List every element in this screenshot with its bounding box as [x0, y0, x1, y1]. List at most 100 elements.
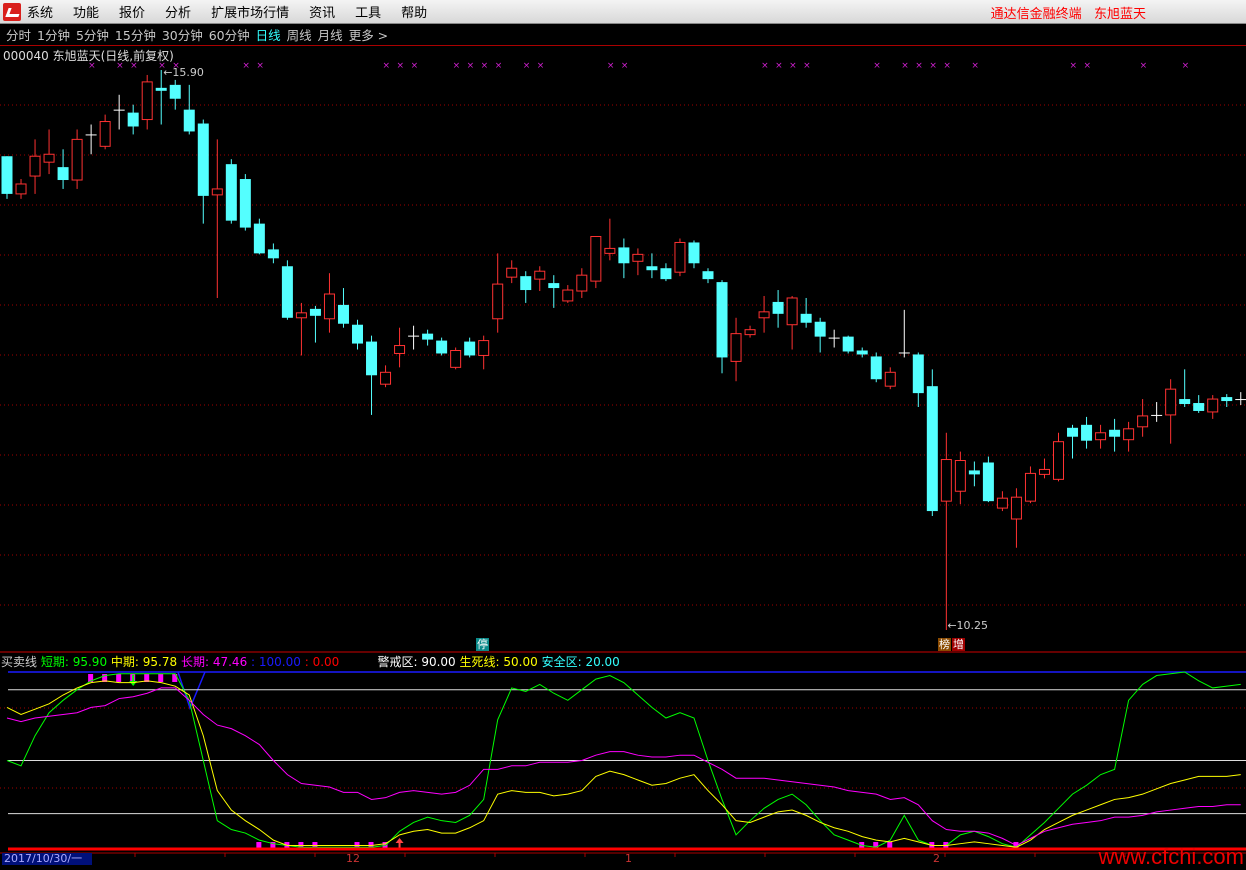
candle-body-flat	[408, 335, 420, 337]
candle-body-down	[1067, 427, 1079, 437]
cross-mark: ×	[901, 61, 909, 71]
kline-chart[interactable]: × × × × × × × × × × × × × × × × × × × × × × × × × × × × × × × ×←15.90←1…	[0, 0, 1246, 865]
candle-body-down	[366, 341, 378, 376]
axis-month-label: 2	[933, 852, 940, 865]
candle-body-flat	[1235, 399, 1246, 401]
candle-body-up	[576, 274, 588, 292]
candle-body-down	[702, 271, 714, 280]
candle-body-down	[870, 356, 882, 380]
list-tag[interactable]: 榜	[938, 638, 951, 651]
candle-body-up	[758, 311, 770, 319]
candle-body-down	[814, 321, 826, 337]
candle-body-down	[127, 112, 139, 127]
mid-label: 中期:	[110, 655, 139, 669]
candle-body-down	[225, 164, 237, 221]
candle-body-down	[183, 109, 195, 132]
candle-body-down	[660, 268, 672, 280]
level-0-value: : 0.00	[304, 655, 340, 669]
cross-mark: ×	[803, 61, 811, 71]
long-value: 47.46	[212, 655, 248, 669]
cross-mark: ×	[397, 61, 405, 71]
candle-body-up	[1137, 415, 1149, 428]
level-100-value: : 100.00	[251, 655, 301, 669]
candle-body-up	[1010, 496, 1022, 520]
cross-mark: ×	[915, 61, 923, 71]
candle-body-up	[534, 270, 546, 280]
candle-body-down	[1, 156, 13, 194]
cross-mark: ×	[761, 61, 769, 71]
date-cursor-label: 2017/10/30/一	[2, 853, 92, 865]
candle-body-up	[954, 460, 966, 492]
cross-mark: ×	[607, 61, 615, 71]
cross-mark: ×	[411, 61, 419, 71]
candle-body-up	[744, 329, 756, 336]
long-label: 长期:	[180, 655, 210, 669]
cross-mark: ×	[242, 61, 250, 71]
candle-body-down	[1081, 424, 1093, 441]
warn-label: 警戒区:	[377, 655, 418, 669]
candle-body-down	[912, 354, 924, 394]
candle-body-down	[842, 336, 854, 352]
candle-body-down	[57, 167, 69, 181]
warn-value: 90.00	[421, 655, 456, 669]
cross-mark: ×	[1140, 61, 1148, 71]
cross-mark: ×	[453, 61, 461, 71]
candle-body-up	[1053, 441, 1064, 480]
candle-body-up	[940, 459, 952, 502]
cross-mark: ×	[537, 61, 545, 71]
cross-mark: ×	[495, 61, 503, 71]
short-value: 95.90	[72, 655, 108, 669]
indicator-legend: 买卖线 短期: 95.90 中期: 95.78 长期: 47.46 : 100.…	[1, 653, 620, 670]
life-label: 生死线:	[459, 655, 500, 669]
candle-body-down	[688, 242, 700, 264]
candle-body-up	[15, 183, 27, 195]
candle-body-up	[141, 81, 153, 121]
cross-mark: ×	[943, 61, 951, 71]
cross-mark: ×	[873, 61, 881, 71]
candle-body-down	[253, 223, 265, 254]
candle-body-up	[71, 138, 83, 181]
candle-body-down	[436, 340, 448, 354]
limit-stop-tag[interactable]: 停	[476, 638, 489, 651]
candle-body-up	[1123, 428, 1135, 441]
candle-body-flat	[113, 109, 125, 111]
candle-body-up	[730, 333, 742, 362]
cross-mark: ×	[1182, 61, 1190, 71]
candle-body-down	[800, 313, 812, 323]
axis-month-label: 12	[346, 852, 360, 865]
cross-mark: ×	[775, 61, 783, 71]
stock-title: 000040 东旭蓝天(日线,前复权)	[3, 49, 174, 63]
top-signal-marker	[158, 674, 164, 682]
candle-body-up	[884, 371, 896, 387]
candle-body-down	[646, 266, 658, 271]
candle-body-up	[29, 155, 41, 177]
cross-mark: ×	[383, 61, 391, 71]
candle-body-flat	[85, 134, 97, 136]
candle-body-down	[716, 282, 728, 358]
candle-body-up	[99, 121, 111, 147]
candle-body-up	[1038, 468, 1050, 475]
candle-body-down	[968, 470, 980, 475]
candle-body-down	[309, 308, 321, 316]
cross-mark: ×	[621, 61, 629, 71]
candle-body-up	[211, 188, 223, 196]
candle-body-down	[856, 350, 868, 355]
candle-body-down	[337, 304, 349, 324]
indicator-name: 买卖线	[1, 655, 38, 669]
candle-body-down	[169, 84, 181, 99]
candle-body-up	[506, 267, 518, 278]
watermark: www.cfchi.com	[1098, 844, 1244, 869]
cross-mark: ×	[789, 61, 797, 71]
buy-arrow-icon	[395, 838, 404, 849]
candle-body-down	[464, 341, 476, 356]
increase-tag[interactable]: 增	[952, 638, 965, 651]
candle-body-up	[295, 312, 307, 319]
candle-body-down	[926, 386, 938, 512]
candle-body-up	[380, 371, 392, 385]
indicator-line-short	[6, 671, 1241, 848]
candle-body-down	[982, 462, 994, 502]
candle-body-up	[562, 289, 574, 302]
candle-body-down	[239, 179, 251, 228]
candle-body-down	[155, 87, 167, 91]
candle-body-down	[520, 276, 532, 291]
